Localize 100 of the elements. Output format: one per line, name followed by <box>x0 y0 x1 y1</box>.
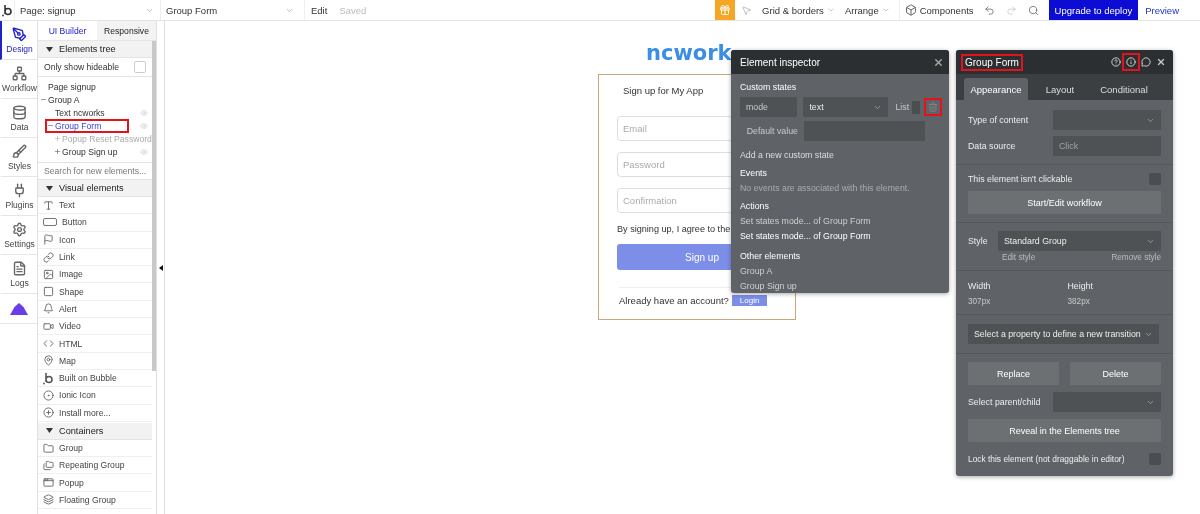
element-item[interactable]: Alert <box>38 300 152 319</box>
page-dropdown[interactable]: Page: signup <box>14 0 160 20</box>
action-button[interactable]: Delete <box>1070 362 1161 385</box>
action-button[interactable]: Replace <box>968 362 1059 385</box>
sidebar-item[interactable]: Data <box>0 99 37 138</box>
eye-icon[interactable] <box>140 108 148 117</box>
components-button[interactable]: Components <box>898 0 979 20</box>
gift-icon <box>719 4 732 16</box>
panel-tab[interactable]: Responsive <box>97 21 156 40</box>
scrollbar[interactable] <box>152 41 156 371</box>
action-link[interactable]: Set states mode... of Group Form <box>740 216 940 226</box>
element-item[interactable]: Video <box>38 318 152 336</box>
brand-icon[interactable] <box>9 302 28 315</box>
workflow-button[interactable]: Start/Edit workflow <box>968 191 1161 214</box>
element-item[interactable]: Repeating Group <box>38 457 152 475</box>
element-icon <box>43 442 54 454</box>
sidebar-item[interactable]: Workflow <box>0 60 37 99</box>
deploy-button[interactable]: Upgrade to deploy <box>1048 0 1139 20</box>
plus-icon[interactable] <box>54 148 61 155</box>
eye-icon[interactable] <box>140 147 148 156</box>
pointer-icon[interactable] <box>740 4 752 16</box>
transition-dropdown[interactable]: Select a property to define a new transition <box>968 324 1159 344</box>
cube-icon <box>904 4 917 16</box>
info-icon[interactable] <box>1124 55 1138 69</box>
form-heading: Sign up for My App <box>623 85 704 98</box>
editor-tab[interactable]: Conditional <box>1092 78 1156 100</box>
element-icon <box>43 268 54 280</box>
style-dropdown[interactable]: Standard Group <box>998 231 1161 251</box>
action-link[interactable]: Set states mode... of Group Form <box>740 231 940 241</box>
field-label: Select parent/child <box>968 397 1041 407</box>
element-item[interactable]: Built on Bubble <box>38 369 152 388</box>
minus-icon[interactable] <box>40 96 47 103</box>
close-icon[interactable] <box>933 56 944 68</box>
element-item[interactable]: Ionic Icon <box>38 387 152 405</box>
content-type-dropdown[interactable] <box>1053 110 1161 130</box>
section-heading: Events <box>740 168 768 178</box>
caret-icon <box>46 428 53 434</box>
element-item[interactable]: Text <box>38 197 152 215</box>
filter-checkbox[interactable] <box>134 61 146 73</box>
tree-item[interactable]: Page signup <box>48 81 96 92</box>
element-item[interactable]: Group <box>38 439 152 458</box>
tree-item[interactable]: Group Sign up <box>54 146 118 157</box>
document-icon <box>12 260 27 276</box>
gift-button[interactable] <box>715 0 736 20</box>
state-type-dropdown[interactable]: text <box>803 97 889 117</box>
element-item[interactable]: Button <box>38 214 152 232</box>
logo-icon <box>43 371 54 385</box>
tree-item[interactable]: Group A <box>40 94 80 105</box>
sidebar-item[interactable]: Styles <box>0 138 37 177</box>
button-icon <box>43 218 57 227</box>
editor-tab[interactable]: Appearance <box>964 78 1028 100</box>
edit-menu[interactable]: Edit <box>304 0 334 20</box>
window-title: Element inspector <box>739 55 822 69</box>
close-glyph-icon <box>1156 57 1166 67</box>
element-item[interactable]: Link <box>38 248 152 267</box>
reveal-button[interactable]: Reveal in the Elements tree <box>968 419 1161 442</box>
preview-link[interactable]: Preview <box>1138 0 1186 20</box>
parent-child-dropdown[interactable] <box>1053 392 1161 412</box>
size-value: 382px <box>1067 297 1091 306</box>
element-item[interactable]: Image <box>38 266 152 284</box>
logo-icon <box>1 3 13 17</box>
size-value: 307px <box>968 297 992 306</box>
element-item[interactable]: Floating Group <box>38 491 152 510</box>
redo-icon[interactable] <box>1006 4 1018 16</box>
tree-item[interactable]: Text ncworks <box>55 107 105 118</box>
section-header[interactable]: Elements tree <box>38 41 152 58</box>
data-source-field[interactable]: Click <box>1053 136 1161 156</box>
tree-item[interactable]: Group Form <box>47 120 128 131</box>
comment-icon[interactable] <box>1139 55 1153 69</box>
section-header[interactable]: Visual elements <box>38 180 152 197</box>
page-title: ncwork <box>646 41 732 67</box>
element-icon <box>43 199 54 211</box>
state-name-field[interactable]: mode <box>740 97 798 117</box>
undo-icon[interactable] <box>984 4 996 16</box>
element-item[interactable]: Install more... <box>38 404 152 422</box>
element-link[interactable]: Group Sign up <box>740 281 940 291</box>
element-item[interactable]: Map <box>38 352 152 370</box>
help-icon[interactable] <box>1109 55 1123 69</box>
chevron-icon <box>826 6 835 14</box>
help-glyph-icon <box>1111 57 1121 67</box>
element-item[interactable]: Popup <box>38 474 152 492</box>
search-icon[interactable] <box>1028 4 1040 16</box>
sidebar-item[interactable]: Settings <box>0 216 37 255</box>
element-dropdown[interactable]: Group Form <box>160 0 300 20</box>
element-icon <box>43 459 54 471</box>
plus-icon[interactable] <box>54 135 61 142</box>
toolbar-menu[interactable]: Grid & borders <box>757 0 840 20</box>
minus-icon[interactable] <box>47 122 54 129</box>
checkbox-label: This element isn't clickable <box>968 174 1073 184</box>
delete-button[interactable] <box>926 100 940 114</box>
element-item[interactable]: Icon <box>38 231 152 249</box>
sidebar-item[interactable]: Logs <box>0 255 37 294</box>
element-item[interactable]: Shape <box>38 283 152 301</box>
section-header[interactable]: Containers <box>38 422 152 440</box>
element-item[interactable]: HTML <box>38 335 152 353</box>
sidebar-item[interactable]: Plugins <box>0 177 37 216</box>
collapse-icon[interactable] <box>158 264 163 271</box>
toolbar-menu[interactable]: Arrange <box>839 0 895 20</box>
eye-icon[interactable] <box>140 121 148 130</box>
editor-tab[interactable]: Layout <box>1028 78 1092 100</box>
